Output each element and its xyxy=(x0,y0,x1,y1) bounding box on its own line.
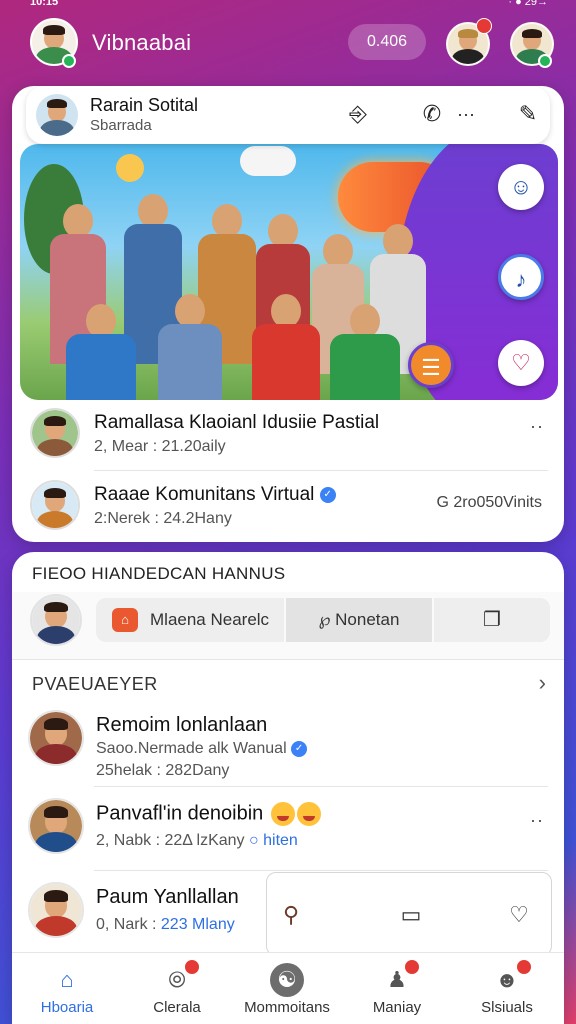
pin-icon[interactable]: ⎆ xyxy=(344,100,372,128)
music-note-icon[interactable]: ♪ xyxy=(498,254,544,300)
community-icon: ☯ xyxy=(270,963,304,997)
nav-label: Hboaria xyxy=(40,999,94,1016)
notification-badge xyxy=(516,959,532,975)
person-avatar[interactable] xyxy=(28,882,84,938)
status-time: 10:15 xyxy=(30,0,59,8)
edit-icon[interactable]: ✎ xyxy=(514,100,542,128)
feed-card: Rarain Sotital Sbarrada ⎆ ✆ ··· ✎ ☺ ♪ ♡ … xyxy=(12,86,564,542)
person-subtitle: 0, Nark : 223 Mlany xyxy=(96,916,235,934)
smile-emoji-icon xyxy=(270,802,295,826)
person-name-text: Panvafl'in denoibin xyxy=(96,802,264,825)
nav-label: Slsiuals xyxy=(481,999,533,1016)
post-title: Raaae Komunitans Virtual ✓ xyxy=(94,484,336,506)
person-figure xyxy=(330,304,400,400)
section-title: FIEOO HIANDEDCAN HANNUS xyxy=(32,564,286,583)
post-meta: 2, Mear : 21.20aily xyxy=(94,438,226,455)
person-avatar[interactable] xyxy=(28,710,84,766)
notification-badge xyxy=(476,18,492,34)
nav-label: Clerala xyxy=(153,999,201,1016)
nav-home[interactable]: ⌂ Hboaria xyxy=(12,953,122,1024)
cloud-shape xyxy=(240,146,296,176)
person-subtitle-text: 2, Nabk : 22Δ lzKany xyxy=(96,832,245,849)
nav-label: Mommoitans xyxy=(244,999,330,1016)
person-link[interactable]: 223 Mlany xyxy=(161,916,235,933)
person-subtitle-text: Saoo.Nermade alk Wanual xyxy=(96,740,287,757)
person-name: Paum Yanllallan xyxy=(96,886,239,908)
more-options-icon[interactable]: ·· xyxy=(530,416,544,437)
segment-nearby[interactable]: ⌂ Mlaena Nearelc xyxy=(96,598,284,642)
divider xyxy=(94,786,548,787)
hero-image[interactable]: ☺ ♪ ♡ ☰ xyxy=(20,144,558,400)
online-status-dot xyxy=(538,54,552,68)
status-icons: · ● 29→ xyxy=(508,0,548,8)
person-row[interactable]: Panvafl'in denoibin 2, Nabk : 22Δ lzKany… xyxy=(12,794,564,880)
notification-badge xyxy=(404,959,420,975)
person-name: Panvafl'in denoibin xyxy=(96,802,321,826)
person-meta: 25helak : 282Dany xyxy=(96,762,230,779)
reaction-icon[interactable]: ☺ xyxy=(498,164,544,210)
post-item[interactable]: Ramallasa Klaoianl Idusiie Pastial 2, Me… xyxy=(12,400,564,472)
nav-community[interactable]: ☯ Mommoitans xyxy=(232,953,342,1024)
person-figure xyxy=(66,304,136,400)
group-header: Rarain Sotital Sbarrada ⎆ ✆ ··· ✎ xyxy=(26,86,550,144)
group-avatar[interactable] xyxy=(36,94,78,136)
person-row[interactable]: Remoim lonlanlaan Saoo.Nermade alk Wanua… xyxy=(12,706,564,792)
divider xyxy=(94,870,548,871)
nav-explore[interactable]: ⦾ Clerala xyxy=(122,953,232,1024)
status-bar: 10:15 · ● 29→ xyxy=(0,0,576,10)
notification-badge xyxy=(184,959,200,975)
post-title-text: Raaae Komunitans Virtual xyxy=(94,484,315,505)
divider xyxy=(94,470,548,471)
location-pin-icon[interactable]: ⚲ xyxy=(277,901,305,929)
people-section-title: PVAEUAEYER xyxy=(32,674,158,694)
group-subtitle: Sbarrada xyxy=(90,117,152,134)
more-options-icon[interactable]: ·· xyxy=(530,810,544,831)
friends-bar: ⌂ Mlaena Nearelc ℘ Nonetan ❐ xyxy=(12,592,564,660)
person-avatar[interactable] xyxy=(28,798,84,854)
nav-people[interactable]: ♟ Maniay xyxy=(342,953,452,1024)
post-title: Ramallasa Klaoianl Idusiie Pastial xyxy=(94,412,380,433)
verified-icon: ✓ xyxy=(319,486,336,503)
verified-icon: ✓ xyxy=(291,740,308,757)
bottom-nav: ⌂ Hboaria ⦾ Clerala ☯ Mommoitans ♟ Mania… xyxy=(12,952,564,1024)
top-bar: Vibnaabai 0.406 xyxy=(0,14,576,74)
person-subtitle: 2, Nabk : 22Δ lzKany ○ hiten xyxy=(96,832,298,850)
group-name: Rarain Sotital xyxy=(90,95,199,115)
chevron-right-icon[interactable]: › xyxy=(539,670,546,696)
app-title: Vibnaabai xyxy=(92,30,192,55)
person-subtitle: Saoo.Nermade alk Wanual ✓ xyxy=(96,740,308,758)
chat-icon[interactable]: ▭ xyxy=(397,901,425,929)
counter-pill[interactable]: 0.406 xyxy=(348,24,426,60)
copy-icon[interactable]: ❐ xyxy=(434,598,550,642)
friend-avatar[interactable] xyxy=(30,594,82,646)
post-avatar[interactable] xyxy=(30,408,80,458)
home-icon: ⌂ xyxy=(60,967,74,992)
nav-profile[interactable]: ☻ Slsiuals xyxy=(452,953,562,1024)
person-subtitle-text: 0, Nark : xyxy=(96,916,161,933)
share-icon[interactable]: ☰ xyxy=(408,342,454,388)
heart-icon[interactable]: ♡ xyxy=(498,340,544,386)
segment-nearby-label: Mlaena Nearelc xyxy=(150,610,270,629)
phone-icon[interactable]: ✆ xyxy=(418,100,446,128)
heart-outline-icon[interactable]: ♡ xyxy=(505,901,533,929)
smile-emoji-icon xyxy=(296,802,321,826)
person-name: Remoim lonlanlaan xyxy=(96,714,268,736)
online-status-dot xyxy=(62,54,76,68)
post-item[interactable]: Raaae Komunitans Virtual ✓ 2:Nerek : 24.… xyxy=(12,472,564,542)
sun-shape xyxy=(116,154,144,182)
more-icon[interactable]: ··· xyxy=(452,100,480,128)
person-figure xyxy=(158,294,222,400)
person-link[interactable]: hiten xyxy=(263,832,298,849)
person-figure xyxy=(252,294,320,400)
nav-label: Maniay xyxy=(372,999,422,1016)
home-badge-icon: ⌂ xyxy=(112,608,138,632)
quick-actions-box: ⚲ ▭ ♡ xyxy=(266,872,552,956)
post-avatar[interactable] xyxy=(30,480,80,530)
post-meta: 2:Nerek : 24.2Hany xyxy=(94,510,232,527)
person-link-icon: ○ xyxy=(249,832,259,849)
post-stat: G 2ro050Vinits xyxy=(436,494,542,511)
segment-monetize[interactable]: ℘ Nonetan xyxy=(286,598,432,642)
